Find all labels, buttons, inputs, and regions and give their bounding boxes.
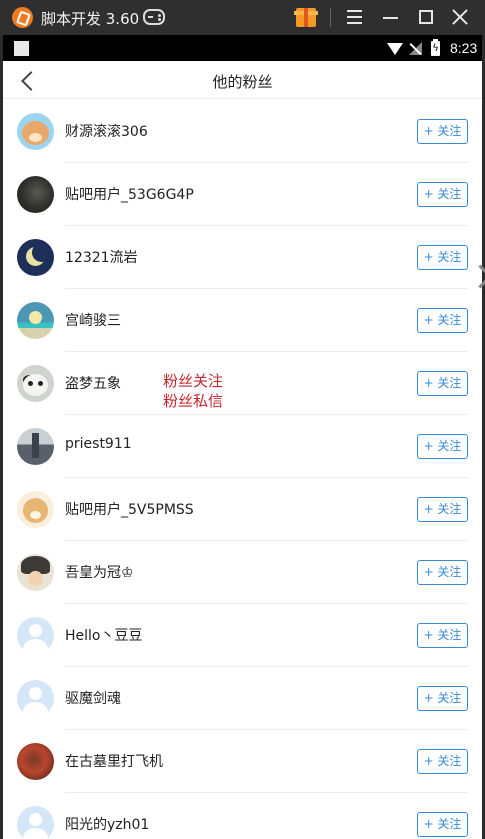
fan-name[interactable]: 吾皇为冠♔ — [65, 562, 134, 582]
fan-name[interactable]: 财源滚滚306 — [65, 121, 148, 141]
panda-avatar[interactable] — [17, 365, 54, 402]
fan-name[interactable]: priest911 — [65, 436, 132, 452]
gamepad-icon[interactable] — [143, 9, 165, 25]
fan-row[interactable]: 宫崎骏三 + 关注 — [3, 289, 482, 352]
fan-row[interactable]: 12321流岩 + 关注 — [3, 226, 482, 289]
fan-row[interactable]: 贴吧用户_53G6G4P + 关注 — [3, 163, 482, 226]
follow-button[interactable]: + 关注 — [417, 434, 468, 459]
church-avatar[interactable] — [17, 428, 54, 465]
follow-button[interactable]: + 关注 — [417, 560, 468, 585]
default-avatar[interactable] — [17, 680, 54, 717]
fan-name[interactable]: 驱魔剑魂 — [65, 688, 121, 708]
toolbar-divider — [330, 8, 331, 27]
fans-list: 财源滚滚306 + 关注 贴吧用户_53G6G4P + 关注 12321流岩 + 关注 宫崎… — [3, 100, 482, 839]
emulator-title: 脚本开发 3.60 — [41, 10, 140, 28]
fan-name[interactable]: 在古墓里打飞机 — [65, 751, 163, 771]
chevron-right-icon[interactable] — [470, 258, 485, 298]
fan-name[interactable]: 宫崎骏三 — [65, 310, 121, 330]
fan-name[interactable]: 阳光的yzh01 — [65, 814, 149, 834]
seaside-avatar[interactable] — [17, 302, 54, 339]
fan-row[interactable]: 财源滚滚306 + 关注 — [3, 100, 482, 163]
follow-button[interactable]: + 关注 — [417, 182, 468, 207]
fan-name[interactable]: 贴吧用户_53G6G4P — [65, 184, 194, 204]
battery-charging-icon — [431, 39, 440, 56]
app-screen: 他的粉丝 财源滚滚306 + 关注 贴吧用户_53G6G4P + 关注 12321流岩 +… — [3, 61, 482, 839]
fan-row[interactable]: Hello丶豆豆 + 关注 — [3, 604, 482, 667]
fan-row[interactable]: 驱魔剑魂 + 关注 — [3, 667, 482, 730]
page-title: 他的粉丝 — [212, 73, 273, 91]
follow-button[interactable]: + 关注 — [417, 686, 468, 711]
emulator-title-bar: 脚本开发 3.60 — [0, 0, 485, 35]
gift-icon[interactable] — [294, 8, 318, 27]
bear-avatar[interactable] — [17, 491, 54, 528]
status-time: 8:23 — [450, 40, 478, 56]
menu-item-fans-follow[interactable]: 粉丝关注 — [163, 371, 223, 391]
follow-button[interactable]: + 关注 — [417, 812, 468, 837]
overlay-menu: 粉丝关注 粉丝私信 — [163, 371, 223, 411]
fan-name[interactable]: 盗梦五象 — [65, 373, 121, 393]
default-avatar[interactable] — [17, 806, 54, 839]
red-photo-avatar[interactable] — [17, 743, 54, 780]
dark-photo-avatar[interactable] — [17, 176, 54, 213]
status-bar: 8:23 — [3, 35, 482, 61]
fan-row[interactable]: 盗梦五象 + 关注 — [3, 352, 482, 415]
anime-avatar[interactable] — [17, 554, 54, 591]
menu-icon[interactable] — [338, 0, 370, 35]
minimize-icon[interactable] — [375, 0, 407, 35]
follow-button[interactable]: + 关注 — [417, 623, 468, 648]
wifi-icon — [387, 43, 403, 55]
follow-button[interactable]: + 关注 — [417, 749, 468, 774]
maximize-icon[interactable] — [410, 0, 442, 35]
default-avatar[interactable] — [17, 617, 54, 654]
fan-name[interactable]: Hello丶豆豆 — [65, 625, 143, 645]
follow-button[interactable]: + 关注 — [417, 308, 468, 333]
bear-avatar[interactable] — [17, 113, 54, 150]
close-icon[interactable] — [444, 0, 476, 35]
fan-name[interactable]: 贴吧用户_5V5PMSS — [65, 499, 194, 519]
fan-row[interactable]: 贴吧用户_5V5PMSS + 关注 — [3, 478, 482, 541]
page-header: 他的粉丝 — [3, 61, 482, 99]
fan-row[interactable]: 在古墓里打飞机 + 关注 — [3, 730, 482, 793]
follow-button[interactable]: + 关注 — [417, 119, 468, 144]
fan-name[interactable]: 12321流岩 — [65, 247, 138, 267]
follow-button[interactable]: + 关注 — [417, 497, 468, 522]
fan-row[interactable]: 吾皇为冠♔ + 关注 — [3, 541, 482, 604]
follow-button[interactable]: + 关注 — [417, 371, 468, 396]
app-logo-icon — [12, 7, 33, 28]
follow-button[interactable]: + 关注 — [417, 245, 468, 270]
fan-row[interactable]: priest911 + 关注 — [3, 415, 482, 478]
moon-avatar[interactable] — [17, 239, 54, 276]
menu-item-fans-message[interactable]: 粉丝私信 — [163, 391, 223, 411]
notification-icon — [14, 41, 29, 56]
fan-row[interactable]: 阳光的yzh01 + 关注 — [3, 793, 482, 839]
